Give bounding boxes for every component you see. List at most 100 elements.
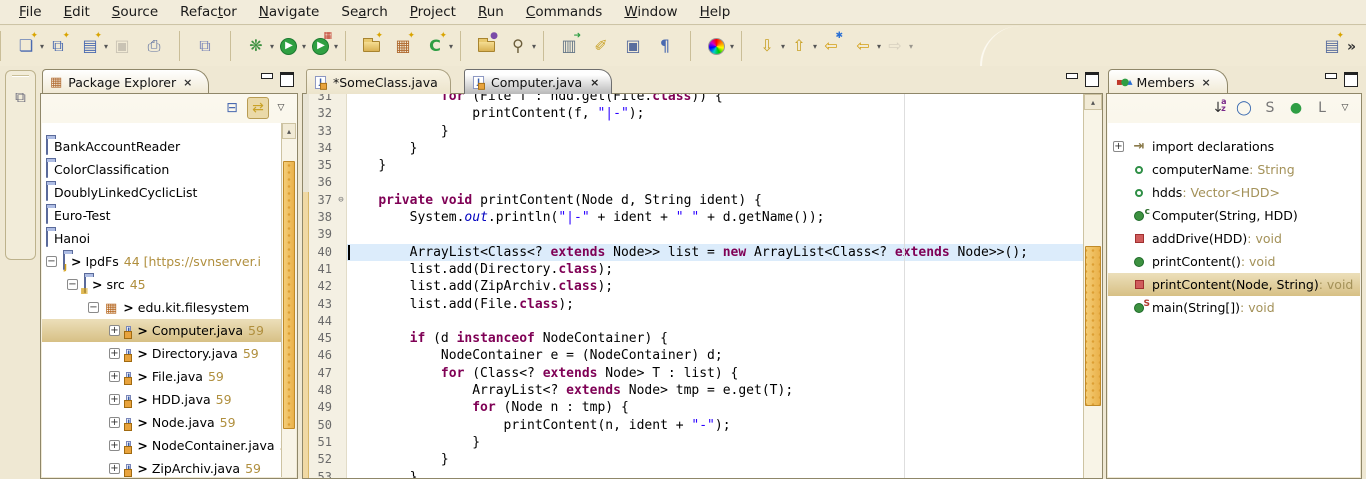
menu-run[interactable]: Run bbox=[467, 1, 515, 23]
package-explorer-scrollbar[interactable]: ▴ bbox=[281, 123, 296, 477]
expander-plus-icon[interactable]: + bbox=[109, 348, 120, 359]
code-text[interactable]: } bbox=[347, 469, 1083, 478]
menu-commands[interactable]: Commands bbox=[515, 1, 613, 23]
debug-dropdown-icon[interactable]: ▾ bbox=[270, 42, 274, 51]
new-class-button[interactable]: C✦▾ bbox=[422, 33, 448, 59]
back-button[interactable]: ⇦▾ bbox=[850, 33, 876, 59]
menu-refactor[interactable]: Refactor bbox=[169, 1, 248, 23]
line-number[interactable]: 31 bbox=[309, 94, 336, 105]
member-main-string-[interactable]: Smain(String[]) : void bbox=[1108, 296, 1360, 319]
minimize-button[interactable] bbox=[1065, 72, 1079, 84]
line-number[interactable]: 37 bbox=[309, 192, 336, 209]
line-number[interactable]: 43 bbox=[309, 296, 336, 313]
code-text[interactable]: list.add(ZipArchiv.class); bbox=[347, 278, 1083, 295]
tree-item-bankaccountreader[interactable]: BankAccountReader bbox=[42, 135, 281, 158]
tree-item-node-java[interactable]: +J>Node.java59 bbox=[42, 411, 281, 434]
show-whitespace-button[interactable]: ¶ bbox=[652, 33, 678, 59]
scrollbar-thumb[interactable] bbox=[1085, 246, 1101, 406]
line-number[interactable]: 53 bbox=[309, 469, 336, 478]
fold-collapse-icon[interactable]: ⊖ bbox=[336, 192, 347, 209]
code-line-34[interactable]: 34 } bbox=[303, 140, 1083, 157]
code-line-31[interactable]: 31 for (File f : hdd.get(File.class)) { bbox=[303, 94, 1083, 105]
new-class-dropdown-icon[interactable]: ▾ bbox=[449, 42, 453, 51]
scrollbar-thumb[interactable] bbox=[283, 161, 295, 429]
new-button[interactable]: ❏✦▾ bbox=[13, 33, 39, 59]
new-java-project-button[interactable]: ✦ bbox=[358, 33, 384, 59]
restore-fast-view-button[interactable]: ⧉ bbox=[10, 85, 32, 109]
collapse-all-button[interactable]: ⊟ bbox=[221, 97, 243, 119]
code-line-45[interactable]: 45 if (d instanceof NodeContainer) { bbox=[303, 330, 1083, 347]
line-number[interactable]: 50 bbox=[309, 417, 336, 434]
line-number[interactable]: 35 bbox=[309, 157, 336, 174]
tree-item-hanoi[interactable]: Hanoi bbox=[42, 227, 281, 250]
line-number[interactable]: 33 bbox=[309, 123, 336, 140]
last-edit-location-button[interactable]: ⇦✱ bbox=[818, 33, 844, 59]
code-text[interactable]: } bbox=[347, 140, 1083, 157]
code-text[interactable]: private void printContent(Node d, String… bbox=[347, 192, 1083, 209]
expander-plus-icon[interactable]: + bbox=[109, 394, 120, 405]
code-text[interactable]: } bbox=[347, 434, 1083, 451]
code-text[interactable]: printContent(n, ident + "-"); bbox=[347, 417, 1083, 434]
code-line-32[interactable]: 32 printContent(f, "|-"); bbox=[303, 105, 1083, 122]
line-number[interactable]: 42 bbox=[309, 278, 336, 295]
code-line-47[interactable]: 47 for (Class<? extends Node> T : list) … bbox=[303, 365, 1083, 382]
tree-item-colorclassification[interactable]: ColorClassification bbox=[42, 158, 281, 181]
code-text[interactable]: System.out.println("|-" + ident + " " + … bbox=[347, 209, 1083, 226]
menu-help[interactable]: Help bbox=[689, 1, 742, 23]
member-computer-string-hdd-[interactable]: cComputer(String, HDD) bbox=[1108, 204, 1360, 227]
expander-minus-icon[interactable]: − bbox=[46, 256, 57, 267]
line-number[interactable]: 36 bbox=[309, 174, 336, 191]
code-text[interactable] bbox=[347, 313, 1083, 330]
line-number[interactable]: 41 bbox=[309, 261, 336, 278]
line-number[interactable]: 40 bbox=[309, 244, 336, 261]
run-dropdown-icon[interactable]: ▾ bbox=[302, 42, 306, 51]
code-line-50[interactable]: 50 printContent(n, ident + "-"); bbox=[303, 417, 1083, 434]
code-line-53[interactable]: 53 } bbox=[303, 469, 1083, 478]
code-text[interactable]: list.add(Directory.class); bbox=[347, 261, 1083, 278]
run-external-tools-dropdown-icon[interactable]: ▾ bbox=[334, 42, 338, 51]
search-button[interactable]: ⚲▾ bbox=[505, 33, 531, 59]
menu-file[interactable]: File bbox=[8, 1, 53, 23]
line-number[interactable]: 51 bbox=[309, 434, 336, 451]
search-dropdown-icon[interactable]: ▾ bbox=[532, 42, 536, 51]
code-text[interactable]: } bbox=[347, 157, 1083, 174]
line-number[interactable]: 47 bbox=[309, 365, 336, 382]
open-perspective-button[interactable]: ▤✦ bbox=[1319, 33, 1345, 59]
view-menu-icon[interactable]: ▽ bbox=[1337, 103, 1353, 113]
code-line-43[interactable]: 43 list.add(File.class); bbox=[303, 296, 1083, 313]
tree-item-directory-java[interactable]: +J>Directory.java59 bbox=[42, 342, 281, 365]
run-external-tools-button[interactable]: ▶▦▾ bbox=[307, 33, 333, 59]
code-line-44[interactable]: 44 bbox=[303, 313, 1083, 330]
code-text[interactable] bbox=[347, 174, 1083, 191]
code-line-33[interactable]: 33 } bbox=[303, 123, 1083, 140]
next-annotation-button[interactable]: ⇩▾ bbox=[754, 33, 780, 59]
menu-project[interactable]: Project bbox=[399, 1, 467, 23]
close-icon[interactable]: × bbox=[183, 76, 192, 89]
code-line-35[interactable]: 35 } bbox=[303, 157, 1083, 174]
code-text[interactable]: if (d instanceof NodeContainer) { bbox=[347, 330, 1083, 347]
code-line-41[interactable]: 41 list.add(Directory.class); bbox=[303, 261, 1083, 278]
code-text[interactable]: } bbox=[347, 451, 1083, 468]
line-number[interactable]: 46 bbox=[309, 347, 336, 364]
color-palette-button[interactable]: ▾ bbox=[703, 33, 729, 59]
maximize-button[interactable] bbox=[1344, 72, 1358, 84]
code-line-37[interactable]: 37⊖ private void printContent(Node d, St… bbox=[303, 192, 1083, 209]
next-annotation-dropdown-icon[interactable]: ▾ bbox=[781, 42, 785, 51]
line-number[interactable]: 45 bbox=[309, 330, 336, 347]
tree-item-nodecontainer-java[interactable]: +J>NodeContainer.java59 bbox=[42, 434, 281, 457]
editor-tab--someclass-java[interactable]: J*SomeClass.java bbox=[306, 69, 451, 94]
editor-tab-computer-java[interactable]: JComputer.java× bbox=[464, 69, 612, 94]
run-button[interactable]: ▶▾ bbox=[275, 33, 301, 59]
menu-source[interactable]: Source bbox=[101, 1, 169, 23]
line-number[interactable]: 38 bbox=[309, 209, 336, 226]
menu-window[interactable]: Window bbox=[613, 1, 688, 23]
expander-plus-icon[interactable]: + bbox=[109, 463, 120, 474]
tree-item-ipdfs[interactable]: −J>IpdFs44 [https://svnserver.i bbox=[42, 250, 281, 273]
hide-fields-button[interactable]: ◯ bbox=[1233, 97, 1255, 119]
back-dropdown-icon[interactable]: ▾ bbox=[877, 42, 881, 51]
tab-package-explorer[interactable]: ▦ Package Explorer × bbox=[42, 69, 209, 94]
new-window-button[interactable]: ⧉✦ bbox=[45, 33, 71, 59]
tree-item-edu-kit-filesystem[interactable]: −▦>edu.kit.filesystem bbox=[42, 296, 281, 319]
show-fields-button[interactable]: ● bbox=[1285, 97, 1307, 119]
expander-minus-icon[interactable]: − bbox=[88, 302, 99, 313]
